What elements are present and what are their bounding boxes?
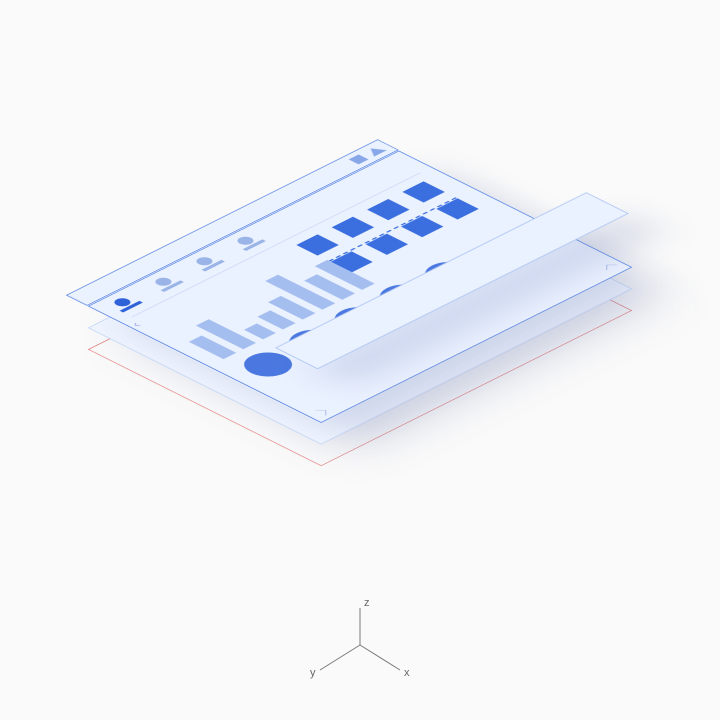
chart-bar [314, 260, 374, 290]
axis-gizmo: z x y [300, 600, 420, 690]
tile-item[interactable] [367, 199, 409, 220]
tile-item[interactable] [366, 234, 408, 255]
crop-mark-icon: ∟ [604, 263, 622, 272]
tab-4[interactable] [230, 233, 266, 251]
crop-mark-icon: ∟ [312, 408, 330, 417]
axis-label-y: y [310, 667, 316, 679]
tile-item[interactable] [436, 198, 478, 219]
chart-bar [244, 323, 276, 339]
axis-label-z: z [364, 597, 370, 609]
tile-item[interactable] [402, 181, 444, 202]
tile-item[interactable] [296, 234, 338, 255]
window-control-triangle-icon[interactable] [364, 145, 387, 156]
crop-mark-icon: ‹ [127, 320, 144, 328]
axis-label-x: x [404, 667, 410, 679]
tile-item[interactable] [332, 217, 374, 238]
tab-2[interactable] [148, 274, 184, 292]
tab-1[interactable] [107, 294, 143, 312]
window-control-square-icon[interactable] [348, 155, 368, 165]
chart-bar [304, 274, 355, 299]
tile-item[interactable] [401, 216, 443, 237]
tab-3[interactable] [189, 253, 225, 271]
